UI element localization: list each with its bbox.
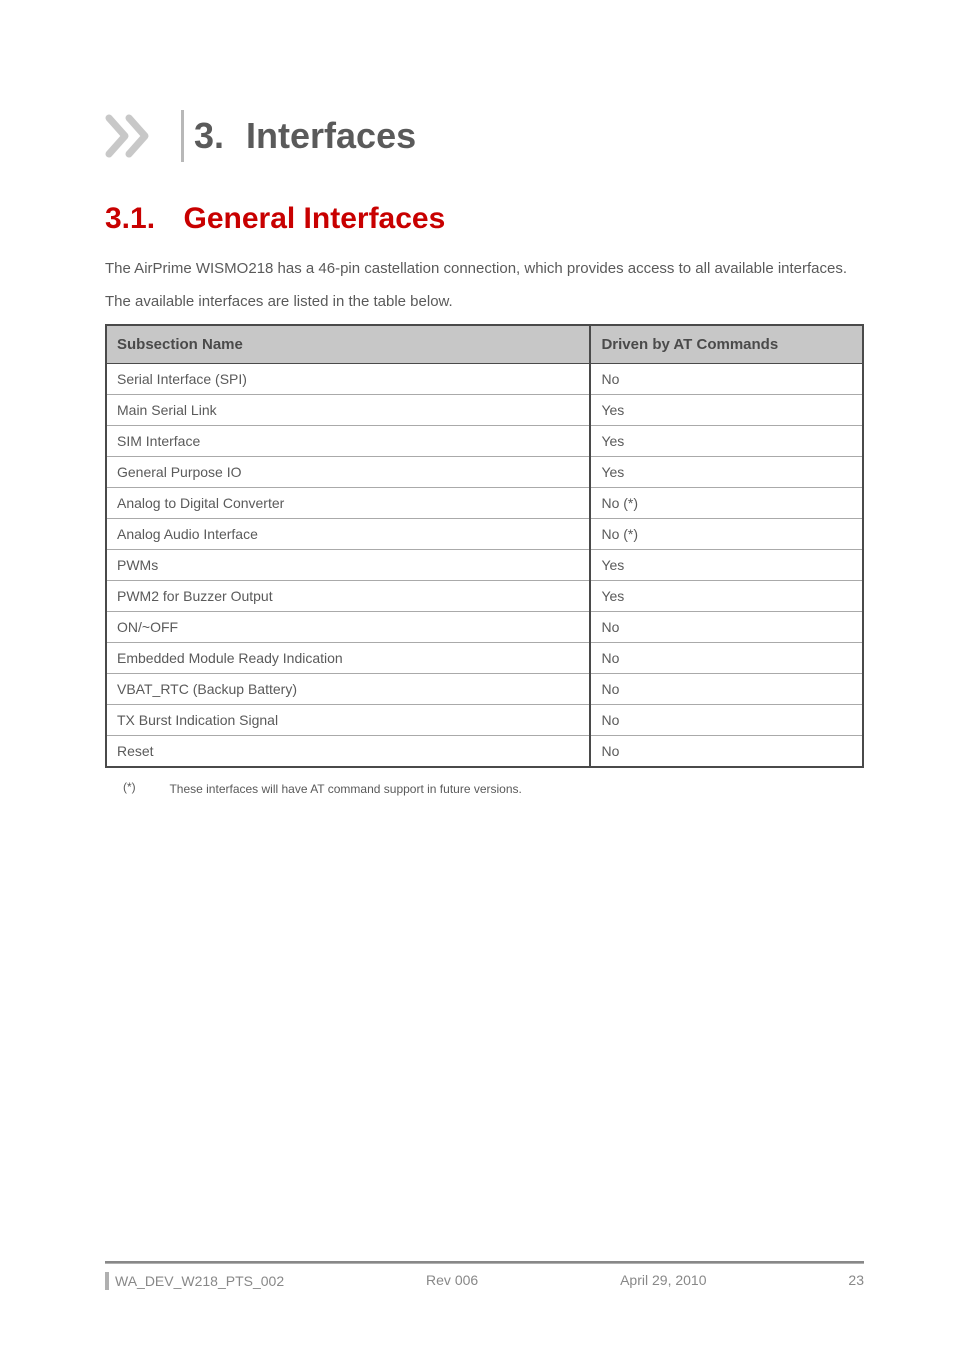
table-row: VBAT_RTC (Backup Battery)No: [106, 674, 863, 705]
footer-date: April 29, 2010: [620, 1272, 706, 1290]
table-row: Analog Audio InterfaceNo (*): [106, 519, 863, 550]
section-number: 3.1.: [105, 202, 155, 235]
vertical-divider: [181, 110, 184, 162]
table-row: Serial Interface (SPI)No: [106, 364, 863, 395]
chapter-heading: 3. Interfaces: [105, 110, 864, 162]
cell-name: PWM2 for Buzzer Output: [106, 581, 590, 612]
cell-name: Main Serial Link: [106, 395, 590, 426]
page-footer: WA_DEV_W218_PTS_002 Rev 006 April 29, 20…: [105, 1261, 864, 1290]
footer-rev: Rev 006: [426, 1272, 478, 1290]
footer-divider: [105, 1261, 864, 1264]
table-row: PWMsYes: [106, 550, 863, 581]
cell-cmds: No: [590, 705, 863, 736]
cell-name: TX Burst Indication Signal: [106, 705, 590, 736]
cell-name: Embedded Module Ready Indication: [106, 643, 590, 674]
table-header-row: Subsection Name Driven by AT Commands: [106, 325, 863, 364]
footer-row: WA_DEV_W218_PTS_002 Rev 006 April 29, 20…: [105, 1272, 864, 1290]
cell-name: SIM Interface: [106, 426, 590, 457]
cell-cmds: Yes: [590, 457, 863, 488]
footer-tick-icon: [105, 1272, 109, 1290]
table-row: SIM InterfaceYes: [106, 426, 863, 457]
double-chevron-icon: [105, 114, 161, 158]
cell-name: Reset: [106, 736, 590, 768]
cell-cmds: No: [590, 612, 863, 643]
cell-cmds: No (*): [590, 488, 863, 519]
cell-name: Serial Interface (SPI): [106, 364, 590, 395]
table-header-cmds: Driven by AT Commands: [590, 325, 863, 364]
table-row: Analog to Digital ConverterNo (*): [106, 488, 863, 519]
cell-name: VBAT_RTC (Backup Battery): [106, 674, 590, 705]
table-row: Embedded Module Ready IndicationNo: [106, 643, 863, 674]
cell-cmds: No: [590, 736, 863, 768]
section-heading: 3.1. General Interfaces: [105, 202, 864, 236]
cell-cmds: Yes: [590, 426, 863, 457]
footer-doc-id: WA_DEV_W218_PTS_002: [105, 1272, 284, 1290]
footnote: (*) These interfaces will have AT comman…: [105, 780, 864, 798]
interfaces-table: Subsection Name Driven by AT Commands Se…: [105, 324, 864, 768]
cell-name: Analog to Digital Converter: [106, 488, 590, 519]
table-row: ResetNo: [106, 736, 863, 768]
cell-name: PWMs: [106, 550, 590, 581]
cell-name: ON/~OFF: [106, 612, 590, 643]
table-row: TX Burst Indication SignalNo: [106, 705, 863, 736]
cell-cmds: No: [590, 674, 863, 705]
table-header-name: Subsection Name: [106, 325, 590, 364]
table-row: General Purpose IOYes: [106, 457, 863, 488]
footnote-mark: (*): [105, 780, 165, 794]
cell-cmds: No: [590, 364, 863, 395]
footnote-text: These interfaces will have AT command su…: [169, 782, 521, 796]
chapter-title: Interfaces: [246, 115, 416, 157]
cell-cmds: Yes: [590, 395, 863, 426]
paragraph: The available interfaces are listed in t…: [105, 291, 864, 312]
table-row: Main Serial LinkYes: [106, 395, 863, 426]
cell-cmds: No: [590, 643, 863, 674]
footer-page: 23: [848, 1272, 864, 1290]
cell-cmds: No (*): [590, 519, 863, 550]
footer-doc-id-text: WA_DEV_W218_PTS_002: [115, 1273, 284, 1289]
cell-cmds: Yes: [590, 581, 863, 612]
table-row: ON/~OFFNo: [106, 612, 863, 643]
section-title: General Interfaces: [184, 202, 446, 235]
paragraph: The AirPrime WISMO218 has a 46-pin caste…: [105, 258, 864, 279]
cell-name: General Purpose IO: [106, 457, 590, 488]
table-row: PWM2 for Buzzer OutputYes: [106, 581, 863, 612]
chapter-number: 3.: [194, 115, 224, 157]
document-page: 3. Interfaces 3.1. General Interfaces Th…: [0, 0, 954, 1350]
cell-name: Analog Audio Interface: [106, 519, 590, 550]
cell-cmds: Yes: [590, 550, 863, 581]
